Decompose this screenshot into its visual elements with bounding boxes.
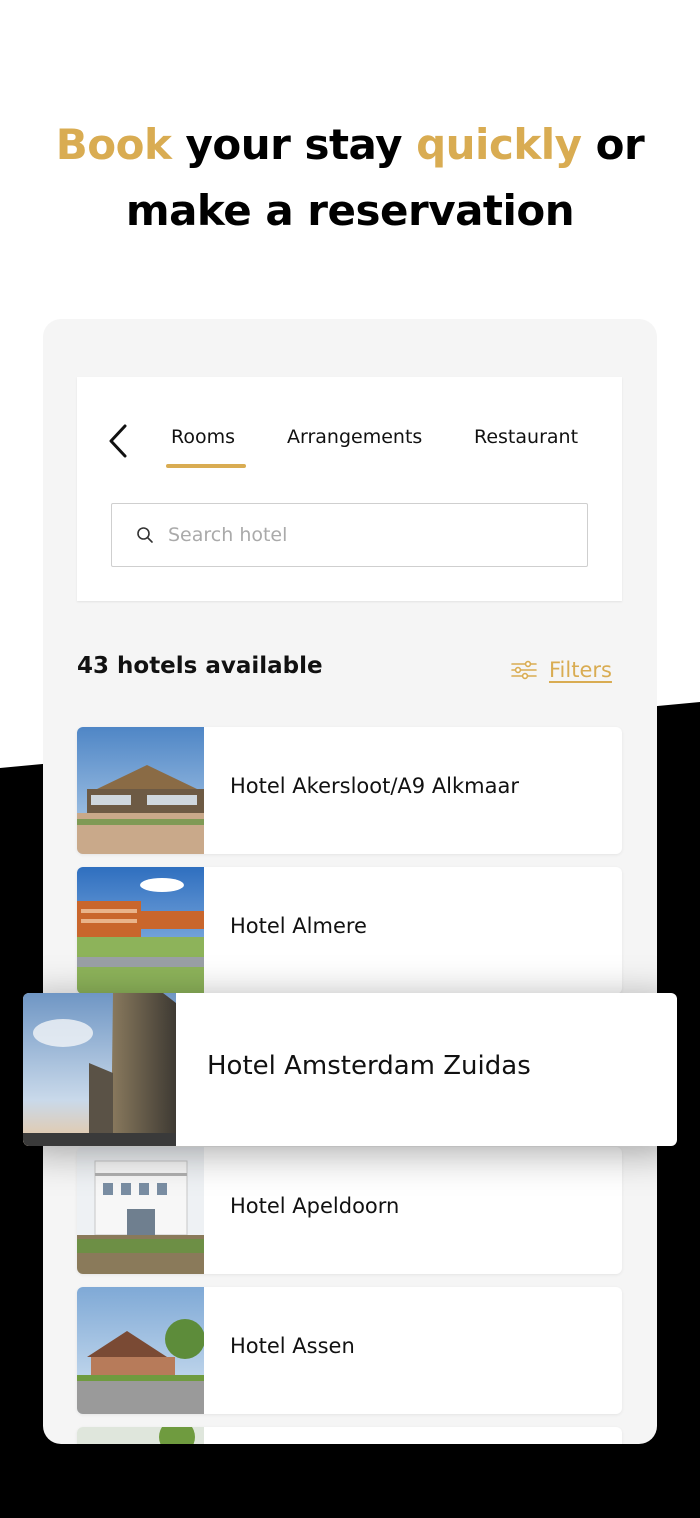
hotel-photo [77, 1427, 204, 1444]
chevron-left-icon [109, 424, 127, 458]
filters-label: Filters [549, 658, 612, 682]
hotel-photo [77, 867, 204, 994]
hotel-photo [77, 1287, 204, 1414]
hotel-name: Hotel Akersloot/A9 Alkmaar [230, 774, 520, 798]
headline-text-or: or [581, 120, 645, 169]
hotel-photo [77, 727, 204, 854]
hotel-name: Hotel Assen [230, 1334, 355, 1358]
hotel-name: Hotel Almere [230, 914, 367, 938]
search-box[interactable] [111, 503, 588, 567]
headline: Book your stay quickly or make a reserva… [0, 112, 700, 244]
hotel-photo [77, 1147, 204, 1274]
tab-arrangements[interactable]: Arrangements [287, 426, 422, 448]
headline-word-book: Book [55, 120, 172, 169]
search-input[interactable] [166, 518, 570, 552]
tab-restaurant[interactable]: Restaurant [474, 426, 578, 448]
sliders-icon [511, 660, 537, 680]
hotel-card-partial[interactable] [77, 1427, 622, 1444]
hotel-card-highlighted[interactable]: Hotel Amsterdam Zuidas [23, 993, 677, 1146]
hotel-card[interactable]: Hotel Almere [77, 867, 622, 994]
search-icon [137, 527, 153, 543]
headline-text: your stay [171, 120, 417, 169]
headline-line-1: Book your stay quickly or [0, 112, 700, 178]
hotel-card[interactable]: Hotel Assen [77, 1287, 622, 1414]
headline-word-quickly: quickly [416, 120, 582, 169]
app-screen: Rooms Arrangements Restaurant 43 hotels … [43, 319, 657, 1444]
hotel-card[interactable]: Hotel Apeldoorn [77, 1147, 622, 1274]
hotel-card[interactable]: Hotel Akersloot/A9 Alkmaar [77, 727, 622, 854]
headline-line-2: make a reservation [125, 186, 575, 235]
tab-rooms[interactable]: Rooms [171, 426, 235, 448]
hotel-photo [23, 993, 176, 1146]
booking-header-card: Rooms Arrangements Restaurant [77, 377, 622, 601]
active-tab-indicator [166, 464, 246, 468]
back-button[interactable] [107, 423, 131, 459]
hotel-name: Hotel Amsterdam Zuidas [207, 1051, 531, 1081]
filters-button[interactable]: Filters [511, 655, 612, 685]
hotel-name: Hotel Apeldoorn [230, 1194, 400, 1218]
hotels-count: 43 hotels available [77, 653, 323, 679]
